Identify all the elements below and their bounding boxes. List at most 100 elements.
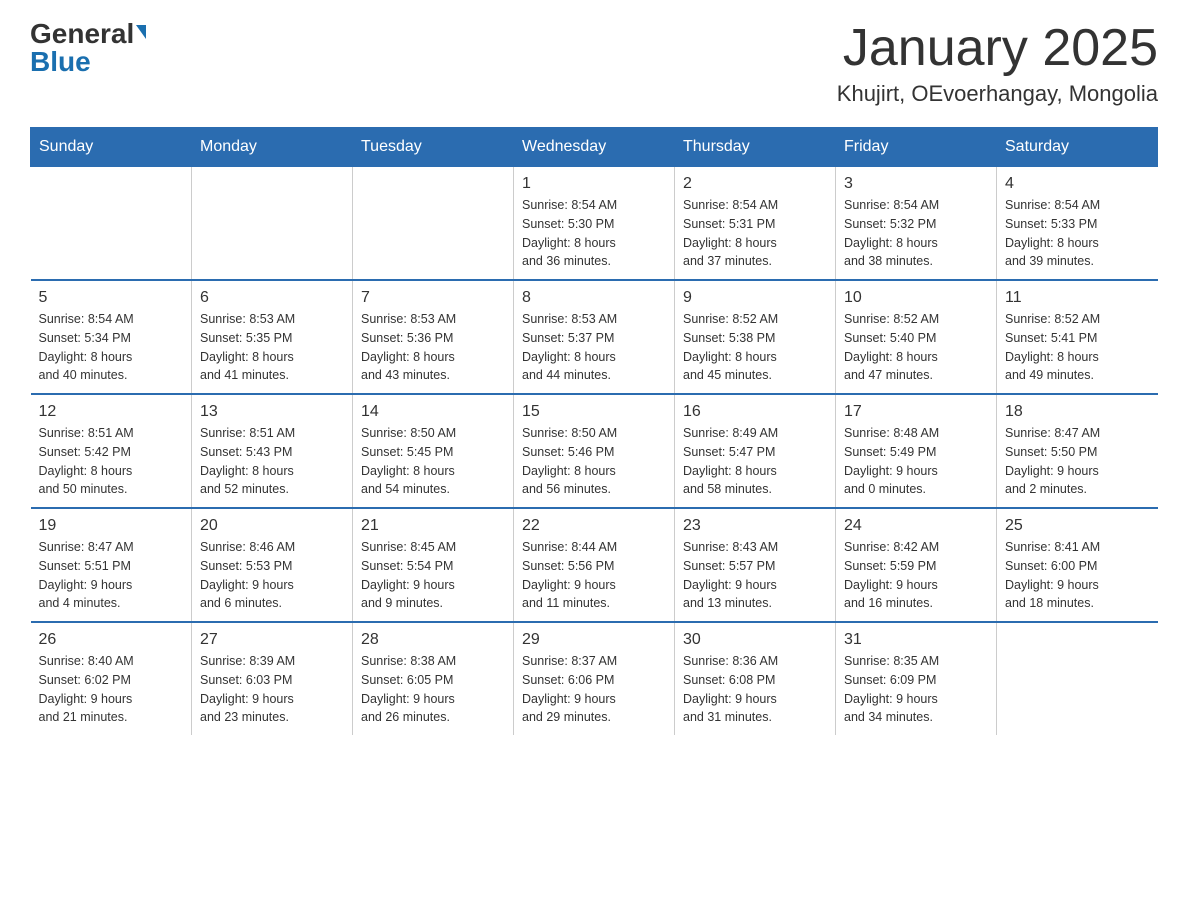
calendar-cell: 4Sunrise: 8:54 AM Sunset: 5:33 PM Daylig…: [997, 167, 1158, 281]
day-info: Sunrise: 8:53 AM Sunset: 5:35 PM Dayligh…: [200, 310, 344, 385]
calendar-cell: 30 Sunrise: 8:36 AM Sunset: 6:08 PM Dayli…: [675, 622, 836, 735]
day-info: Sunrise: 8:37 AM Sunset: 6:06 PM Dayligh…: [522, 652, 666, 727]
calendar-cell: 22 Sunrise: 8:44 AM Sunset: 5:56 PM Dayli…: [514, 508, 675, 622]
calendar-cell: 15 Sunrise: 8:50 AM Sunset: 5:46 PM Dayli…: [514, 394, 675, 508]
day-number: 20: [200, 517, 344, 535]
calendar-cell: 31 Sunrise: 8:35 AM Sunset: 6:09 PM Dayli…: [836, 622, 997, 735]
calendar-row-1: 5 Sunrise: 8:54 AM Sunset: 5:34 PM Daylig…: [31, 280, 1158, 394]
day-number: 5: [39, 289, 184, 307]
calendar-cell: 10 Sunrise: 8:52 AM Sunset: 5:40 PM Dayli…: [836, 280, 997, 394]
calendar-cell: 2Sunrise: 8:54 AM Sunset: 5:31 PM Daylig…: [675, 167, 836, 281]
day-info: Sunrise: 8:48 AM Sunset: 5:49 PM Dayligh…: [844, 424, 988, 499]
logo-arrow-icon: [136, 25, 146, 39]
calendar-cell: 28 Sunrise: 8:38 AM Sunset: 6:05 PM Dayli…: [353, 622, 514, 735]
day-number: 16: [683, 403, 827, 421]
header: General Blue January 2025 Khujirt, OEvoe…: [30, 20, 1158, 107]
calendar-cell: 13Sunrise: 8:51 AM Sunset: 5:43 PM Dayli…: [192, 394, 353, 508]
day-number: 1: [522, 175, 666, 193]
day-info: Sunrise: 8:52 AM Sunset: 5:41 PM Dayligh…: [1005, 310, 1150, 385]
calendar-cell: 26Sunrise: 8:40 AM Sunset: 6:02 PM Dayli…: [31, 622, 192, 735]
day-number: 6: [200, 289, 344, 307]
calendar-cell: 24 Sunrise: 8:42 AM Sunset: 5:59 PM Dayli…: [836, 508, 997, 622]
day-info: Sunrise: 8:50 AM Sunset: 5:46 PM Dayligh…: [522, 424, 666, 499]
day-info: Sunrise: 8:52 AM Sunset: 5:40 PM Dayligh…: [844, 310, 988, 385]
day-number: 19: [39, 517, 184, 535]
calendar-row-4: 26Sunrise: 8:40 AM Sunset: 6:02 PM Dayli…: [31, 622, 1158, 735]
day-info: Sunrise: 8:50 AM Sunset: 5:45 PM Dayligh…: [361, 424, 505, 499]
day-number: 25: [1005, 517, 1150, 535]
day-info: Sunrise: 8:52 AM Sunset: 5:38 PM Dayligh…: [683, 310, 827, 385]
weekday-header-wednesday: Wednesday: [514, 128, 675, 167]
weekday-header-saturday: Saturday: [997, 128, 1158, 167]
calendar-cell: [31, 167, 192, 281]
day-info: Sunrise: 8:54 AM Sunset: 5:30 PM Dayligh…: [522, 196, 666, 271]
weekday-header-tuesday: Tuesday: [353, 128, 514, 167]
day-number: 30: [683, 631, 827, 649]
day-number: 3: [844, 175, 988, 193]
day-info: Sunrise: 8:54 AM Sunset: 5:33 PM Dayligh…: [1005, 196, 1150, 271]
day-info: Sunrise: 8:47 AM Sunset: 5:51 PM Dayligh…: [39, 538, 184, 613]
day-info: Sunrise: 8:53 AM Sunset: 5:37 PM Dayligh…: [522, 310, 666, 385]
calendar-cell: 9 Sunrise: 8:52 AM Sunset: 5:38 PM Daylig…: [675, 280, 836, 394]
day-number: 31: [844, 631, 988, 649]
logo-blue-text: Blue: [30, 48, 91, 76]
weekday-header-monday: Monday: [192, 128, 353, 167]
calendar-title: January 2025: [837, 20, 1158, 77]
calendar-cell: 8Sunrise: 8:53 AM Sunset: 5:37 PM Daylig…: [514, 280, 675, 394]
day-number: 10: [844, 289, 988, 307]
day-number: 27: [200, 631, 344, 649]
calendar-row-2: 12 Sunrise: 8:51 AM Sunset: 5:42 PM Dayli…: [31, 394, 1158, 508]
day-number: 7: [361, 289, 505, 307]
day-info: Sunrise: 8:54 AM Sunset: 5:31 PM Dayligh…: [683, 196, 827, 271]
day-info: Sunrise: 8:54 AM Sunset: 5:34 PM Dayligh…: [39, 310, 184, 385]
calendar-table: SundayMondayTuesdayWednesdayThursdayFrid…: [30, 127, 1158, 735]
calendar-cell: 14 Sunrise: 8:50 AM Sunset: 5:45 PM Dayli…: [353, 394, 514, 508]
calendar-cell: 6 Sunrise: 8:53 AM Sunset: 5:35 PM Daylig…: [192, 280, 353, 394]
weekday-header-thursday: Thursday: [675, 128, 836, 167]
day-info: Sunrise: 8:35 AM Sunset: 6:09 PM Dayligh…: [844, 652, 988, 727]
day-info: Sunrise: 8:49 AM Sunset: 5:47 PM Dayligh…: [683, 424, 827, 499]
logo-general-text: General: [30, 20, 134, 48]
day-number: 21: [361, 517, 505, 535]
day-info: Sunrise: 8:47 AM Sunset: 5:50 PM Dayligh…: [1005, 424, 1150, 499]
day-info: Sunrise: 8:38 AM Sunset: 6:05 PM Dayligh…: [361, 652, 505, 727]
calendar-row-3: 19 Sunrise: 8:47 AM Sunset: 5:51 PM Dayli…: [31, 508, 1158, 622]
day-info: Sunrise: 8:51 AM Sunset: 5:42 PM Dayligh…: [39, 424, 184, 499]
calendar-row-0: 1 Sunrise: 8:54 AM Sunset: 5:30 PM Daylig…: [31, 167, 1158, 281]
day-number: 15: [522, 403, 666, 421]
day-number: 28: [361, 631, 505, 649]
day-number: 9: [683, 289, 827, 307]
day-info: Sunrise: 8:45 AM Sunset: 5:54 PM Dayligh…: [361, 538, 505, 613]
day-info: Sunrise: 8:36 AM Sunset: 6:08 PM Dayligh…: [683, 652, 827, 727]
calendar-cell: 17 Sunrise: 8:48 AM Sunset: 5:49 PM Dayli…: [836, 394, 997, 508]
calendar-cell: 1 Sunrise: 8:54 AM Sunset: 5:30 PM Daylig…: [514, 167, 675, 281]
day-number: 22: [522, 517, 666, 535]
day-number: 14: [361, 403, 505, 421]
day-info: Sunrise: 8:53 AM Sunset: 5:36 PM Dayligh…: [361, 310, 505, 385]
calendar-cell: 27Sunrise: 8:39 AM Sunset: 6:03 PM Dayli…: [192, 622, 353, 735]
calendar-cell: 21 Sunrise: 8:45 AM Sunset: 5:54 PM Dayli…: [353, 508, 514, 622]
calendar-cell: [997, 622, 1158, 735]
weekday-header-sunday: Sunday: [31, 128, 192, 167]
calendar-cell: 29 Sunrise: 8:37 AM Sunset: 6:06 PM Dayli…: [514, 622, 675, 735]
day-info: Sunrise: 8:46 AM Sunset: 5:53 PM Dayligh…: [200, 538, 344, 613]
day-number: 12: [39, 403, 184, 421]
calendar-cell: 18 Sunrise: 8:47 AM Sunset: 5:50 PM Dayli…: [997, 394, 1158, 508]
weekday-header-row: SundayMondayTuesdayWednesdayThursdayFrid…: [31, 128, 1158, 167]
calendar-cell: [353, 167, 514, 281]
day-info: Sunrise: 8:51 AM Sunset: 5:43 PM Dayligh…: [200, 424, 344, 499]
day-number: 29: [522, 631, 666, 649]
calendar-cell: [192, 167, 353, 281]
day-number: 24: [844, 517, 988, 535]
day-info: Sunrise: 8:44 AM Sunset: 5:56 PM Dayligh…: [522, 538, 666, 613]
calendar-cell: 3 Sunrise: 8:54 AM Sunset: 5:32 PM Daylig…: [836, 167, 997, 281]
day-info: Sunrise: 8:54 AM Sunset: 5:32 PM Dayligh…: [844, 196, 988, 271]
day-number: 18: [1005, 403, 1150, 421]
calendar-subtitle: Khujirt, OEvoerhangay, Mongolia: [837, 81, 1158, 107]
calendar-cell: 20 Sunrise: 8:46 AM Sunset: 5:53 PM Dayli…: [192, 508, 353, 622]
day-number: 17: [844, 403, 988, 421]
calendar-cell: 23Sunrise: 8:43 AM Sunset: 5:57 PM Dayli…: [675, 508, 836, 622]
calendar-cell: 16 Sunrise: 8:49 AM Sunset: 5:47 PM Dayli…: [675, 394, 836, 508]
calendar-cell: 5 Sunrise: 8:54 AM Sunset: 5:34 PM Daylig…: [31, 280, 192, 394]
day-info: Sunrise: 8:42 AM Sunset: 5:59 PM Dayligh…: [844, 538, 988, 613]
